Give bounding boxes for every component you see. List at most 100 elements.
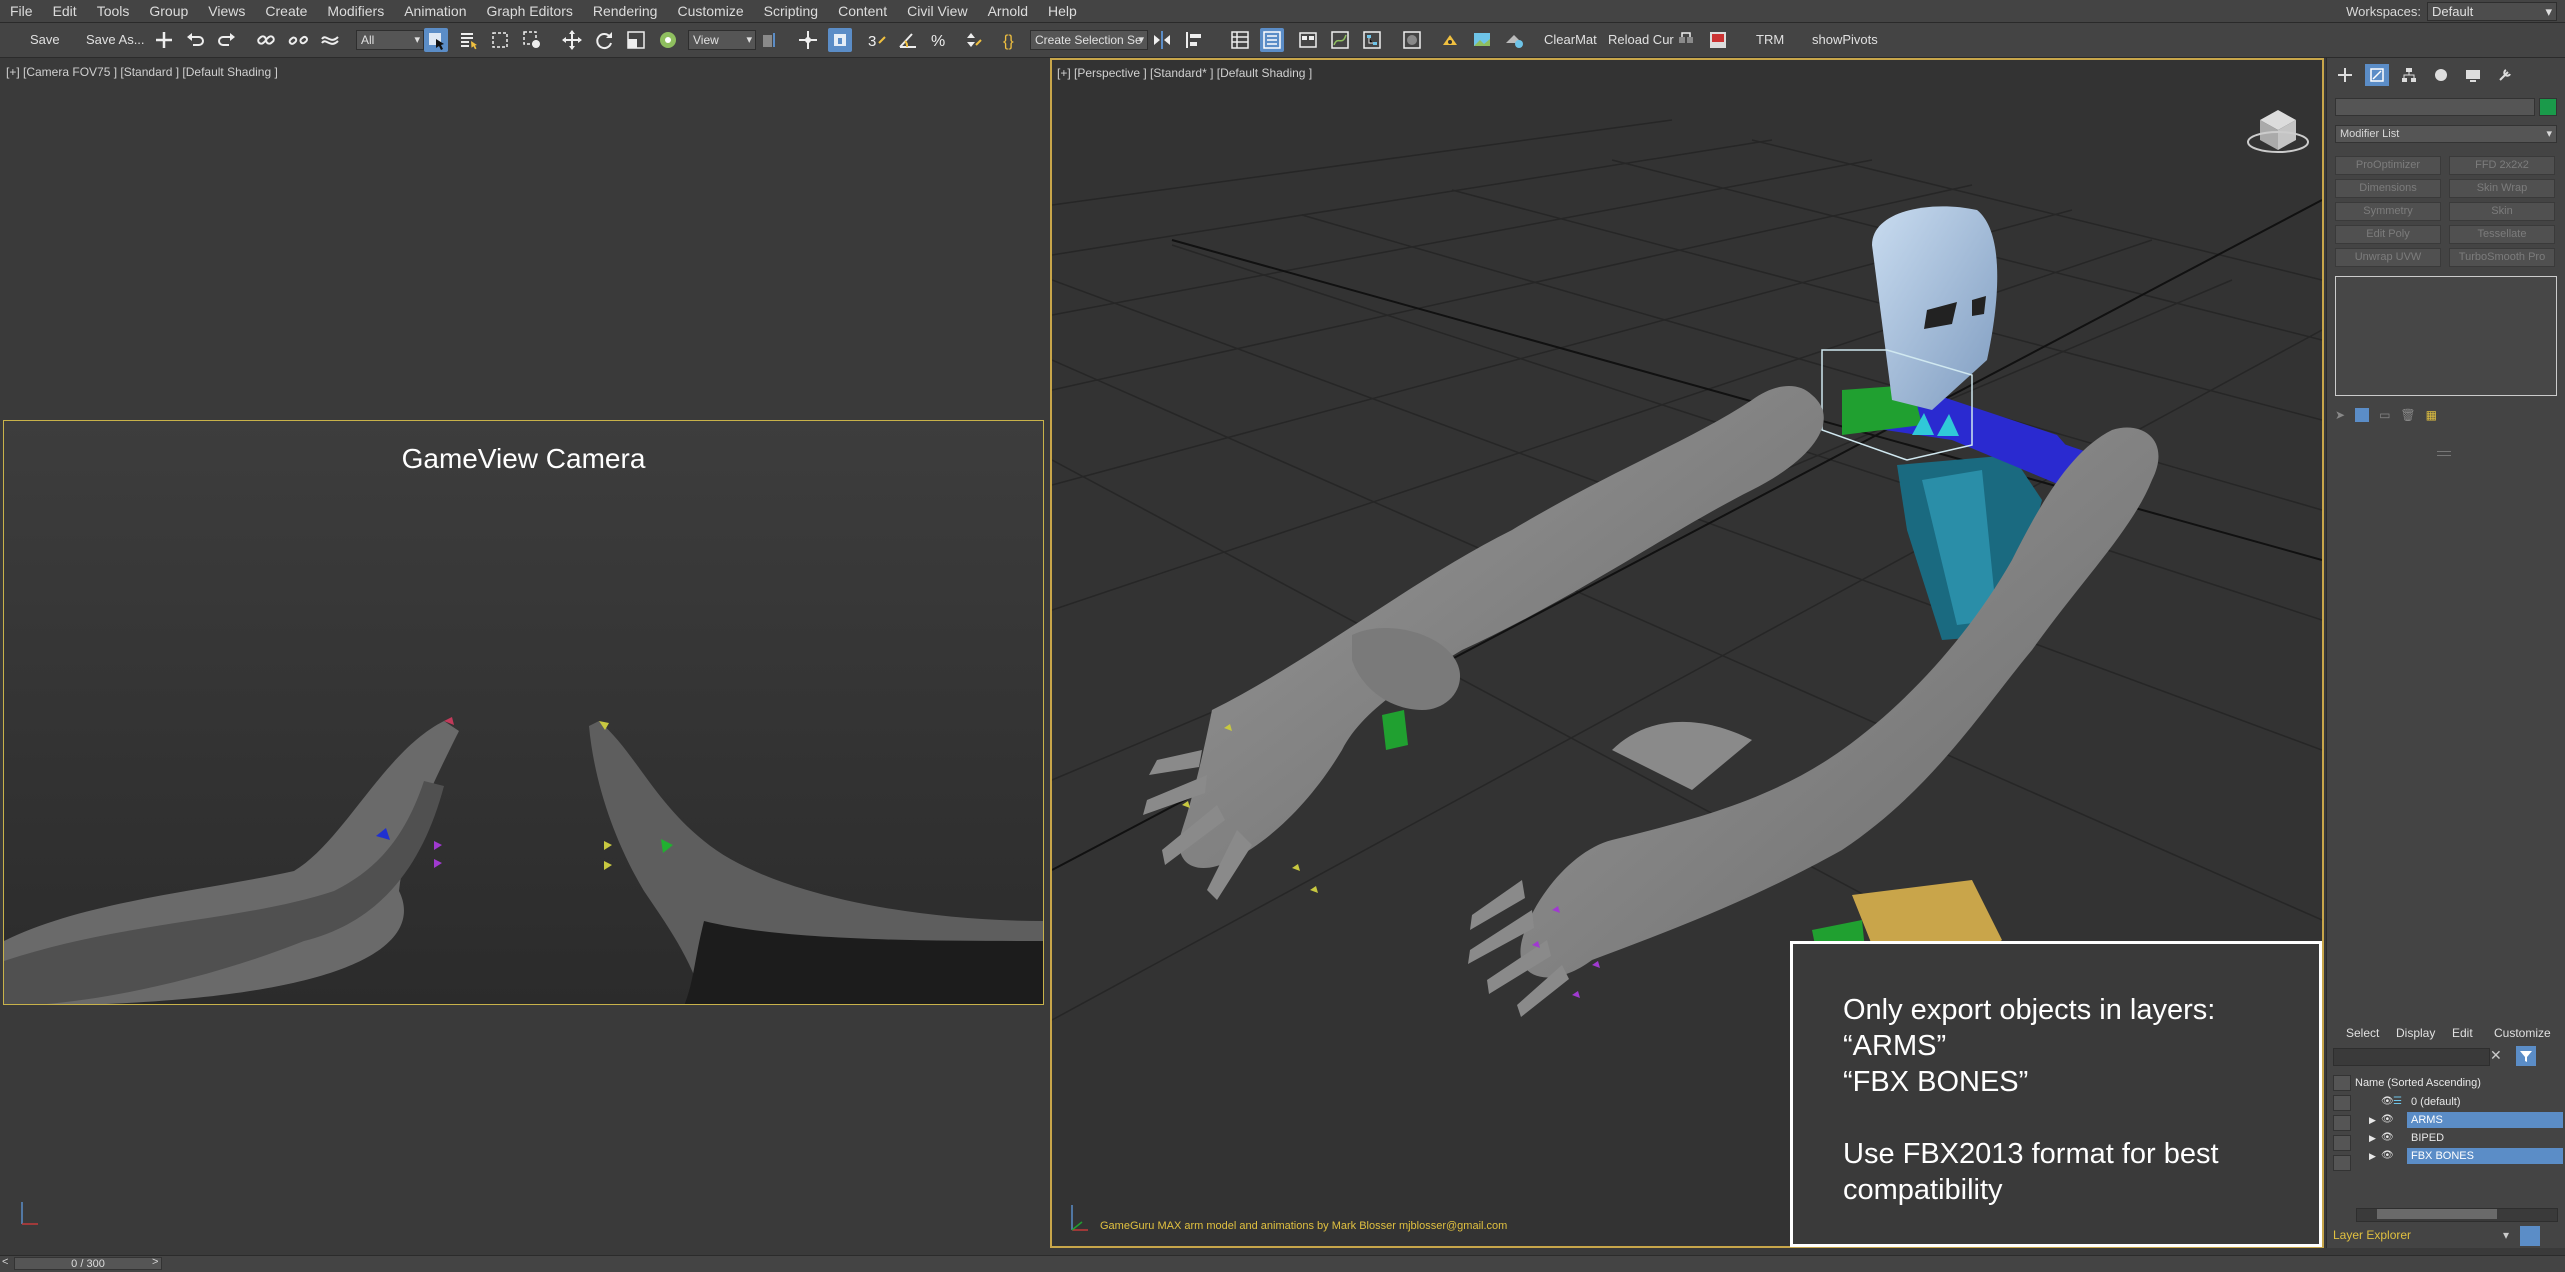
motion-tab-icon[interactable]	[2429, 64, 2453, 86]
menu-help[interactable]: Help	[1038, 0, 1087, 22]
angle-snap-icon[interactable]	[896, 28, 920, 52]
configure-modifier-sets-icon[interactable]: ▦	[2426, 408, 2437, 422]
visibility-eye-icon[interactable]: 👁	[2381, 1094, 2394, 1110]
menu-civil-view[interactable]: Civil View	[897, 0, 977, 22]
unlink-icon[interactable]	[286, 28, 310, 52]
camera-viewport[interactable]: [+] [Camera FOV75 ] [Standard ] [Default…	[0, 58, 1048, 1248]
rectangular-selection-icon[interactable]	[488, 28, 512, 52]
keyboard-shortcut-override-icon[interactable]	[828, 28, 852, 52]
visibility-eye-icon[interactable]: 👁	[2381, 1148, 2394, 1164]
select-by-name-icon[interactable]	[456, 28, 480, 52]
menu-modifiers[interactable]: Modifiers	[317, 0, 394, 22]
modifier-button-skin[interactable]: Skin	[2449, 202, 2555, 221]
explorer-horizontal-scrollbar[interactable]	[2356, 1208, 2558, 1222]
rotate-icon[interactable]	[592, 28, 616, 52]
mirror-icon[interactable]	[1150, 28, 1174, 52]
place-icon[interactable]	[656, 28, 680, 52]
menu-create[interactable]: Create	[255, 0, 317, 22]
menu-graph-editors[interactable]: Graph Editors	[476, 0, 582, 22]
explorer-menu-select[interactable]: Select	[2346, 1026, 2379, 1040]
explorer-search-input[interactable]	[2333, 1048, 2490, 1066]
explorer-sort-header[interactable]: Name (Sorted Ascending)	[2333, 1075, 2563, 1091]
expand-arrow-icon[interactable]: ▶	[2369, 1130, 2376, 1146]
modifier-button-turbosmooth-pro[interactable]: TurboSmooth Pro	[2449, 248, 2555, 267]
toggle-scene-explorer-icon[interactable]	[1260, 28, 1284, 52]
menu-tools[interactable]: Tools	[87, 0, 140, 22]
explorer-menu-display[interactable]: Display	[2396, 1026, 2435, 1040]
material-editor-icon[interactable]	[1400, 28, 1424, 52]
pin-stack-icon[interactable]: ➤	[2335, 408, 2345, 422]
selection-filter-select[interactable]: All	[356, 30, 424, 50]
render-production-icon[interactable]	[1502, 28, 1526, 52]
clearmat-button[interactable]: ClearMat	[1544, 32, 1597, 47]
modifier-button-ffd[interactable]: FFD 2x2x2	[2449, 156, 2555, 175]
link-icon[interactable]	[254, 28, 278, 52]
modifier-list-select[interactable]: Modifier List ▾	[2335, 125, 2557, 143]
modify-tab-icon[interactable]	[2365, 64, 2389, 86]
remove-modifier-icon[interactable]: 🗑	[2400, 408, 2415, 422]
reference-coordinate-select[interactable]: View	[688, 30, 756, 50]
menu-file[interactable]: File	[0, 0, 43, 22]
camera-viewport-label[interactable]: [+] [Camera FOV75 ] [Standard ] [Default…	[6, 65, 278, 79]
visibility-eye-icon[interactable]: 👁	[2381, 1112, 2394, 1128]
snaps-toggle-icon[interactable]: 3	[864, 28, 888, 52]
window-crossing-icon[interactable]	[520, 28, 544, 52]
scale-icon[interactable]	[624, 28, 648, 52]
layer-row-fbx-bones[interactable]: ▶ 👁 FBX BONES	[2333, 1148, 2563, 1164]
previous-frame-icon[interactable]: <	[2, 1256, 8, 1268]
explorer-type-select[interactable]: Layer Explorer ▾	[2333, 1228, 2513, 1244]
modifier-button-edit-poly[interactable]: Edit Poly	[2335, 225, 2441, 244]
macro-script-icon[interactable]	[1674, 28, 1698, 52]
layer-row-biped[interactable]: ▶ 👁 BIPED	[2333, 1130, 2563, 1146]
time-slider[interactable]: 0 / 300	[14, 1257, 162, 1270]
modifier-button-unwrap-uvw[interactable]: Unwrap UVW	[2335, 248, 2441, 267]
create-icon[interactable]	[152, 28, 176, 52]
modifier-button-skin-wrap[interactable]: Skin Wrap	[2449, 179, 2555, 198]
hierarchy-tab-icon[interactable]	[2397, 64, 2421, 86]
expand-arrow-icon[interactable]: ▶	[2369, 1148, 2376, 1164]
photo-macro-icon[interactable]	[1706, 28, 1730, 52]
undo-icon[interactable]	[183, 28, 207, 52]
menu-content[interactable]: Content	[828, 0, 897, 22]
menu-group[interactable]: Group	[139, 0, 198, 22]
align-icon[interactable]	[1182, 28, 1206, 52]
workspaces-select[interactable]: Default ▾	[2427, 2, 2557, 21]
bind-spacewarp-icon[interactable]	[318, 28, 342, 52]
panel-resize-handle[interactable]	[2437, 451, 2451, 456]
menu-customize[interactable]: Customize	[667, 0, 753, 22]
spinner-snap-icon[interactable]	[960, 28, 984, 52]
named-selection-set-select[interactable]: Create Selection Se	[1030, 30, 1148, 50]
menu-scripting[interactable]: Scripting	[754, 0, 828, 22]
menu-rendering[interactable]: Rendering	[583, 0, 668, 22]
select-object-icon[interactable]	[424, 28, 448, 52]
move-icon[interactable]	[560, 28, 584, 52]
schematic-view-icon[interactable]	[1360, 28, 1384, 52]
modifier-button-dimensions[interactable]: Dimensions	[2335, 179, 2441, 198]
redo-icon[interactable]	[215, 28, 239, 52]
menu-edit[interactable]: Edit	[43, 0, 87, 22]
reload-cur-button[interactable]: Reload Cur	[1608, 32, 1674, 47]
menu-arnold[interactable]: Arnold	[978, 0, 1038, 22]
rendered-frame-window-icon[interactable]	[1470, 28, 1494, 52]
toggle-ribbon-icon[interactable]	[1296, 28, 1320, 52]
explorer-menu-edit[interactable]: Edit	[2452, 1026, 2473, 1040]
menu-views[interactable]: Views	[198, 0, 255, 22]
make-unique-icon[interactable]: ▭	[2379, 408, 2390, 422]
visibility-eye-icon[interactable]: 👁	[2381, 1130, 2394, 1146]
modifier-stack[interactable]	[2335, 276, 2557, 396]
utilities-tab-icon[interactable]	[2493, 64, 2517, 86]
object-color-swatch[interactable]	[2539, 98, 2557, 116]
save-as-button[interactable]: Save As...	[86, 32, 145, 47]
render-setup-icon[interactable]	[1438, 28, 1462, 52]
create-tab-icon[interactable]	[2333, 64, 2357, 86]
showpivots-button[interactable]: showPivots	[1812, 32, 1878, 47]
modifier-button-prooptimizer[interactable]: ProOptimizer	[2335, 156, 2441, 175]
expand-arrow-icon[interactable]: ▶	[2369, 1112, 2376, 1128]
clear-search-icon[interactable]: ✕	[2490, 1047, 2502, 1064]
layer-row-default[interactable]: 👁 ☰ 0 (default)	[2333, 1094, 2563, 1110]
modifier-button-symmetry[interactable]: Symmetry	[2335, 202, 2441, 221]
layer-explorer-toolbar-icon[interactable]	[1228, 28, 1252, 52]
layer-row-arms[interactable]: ▶ 👁 ARMS	[2333, 1112, 2563, 1128]
edit-named-selection-icon[interactable]: {}	[1000, 28, 1024, 52]
curve-editor-icon[interactable]	[1328, 28, 1352, 52]
